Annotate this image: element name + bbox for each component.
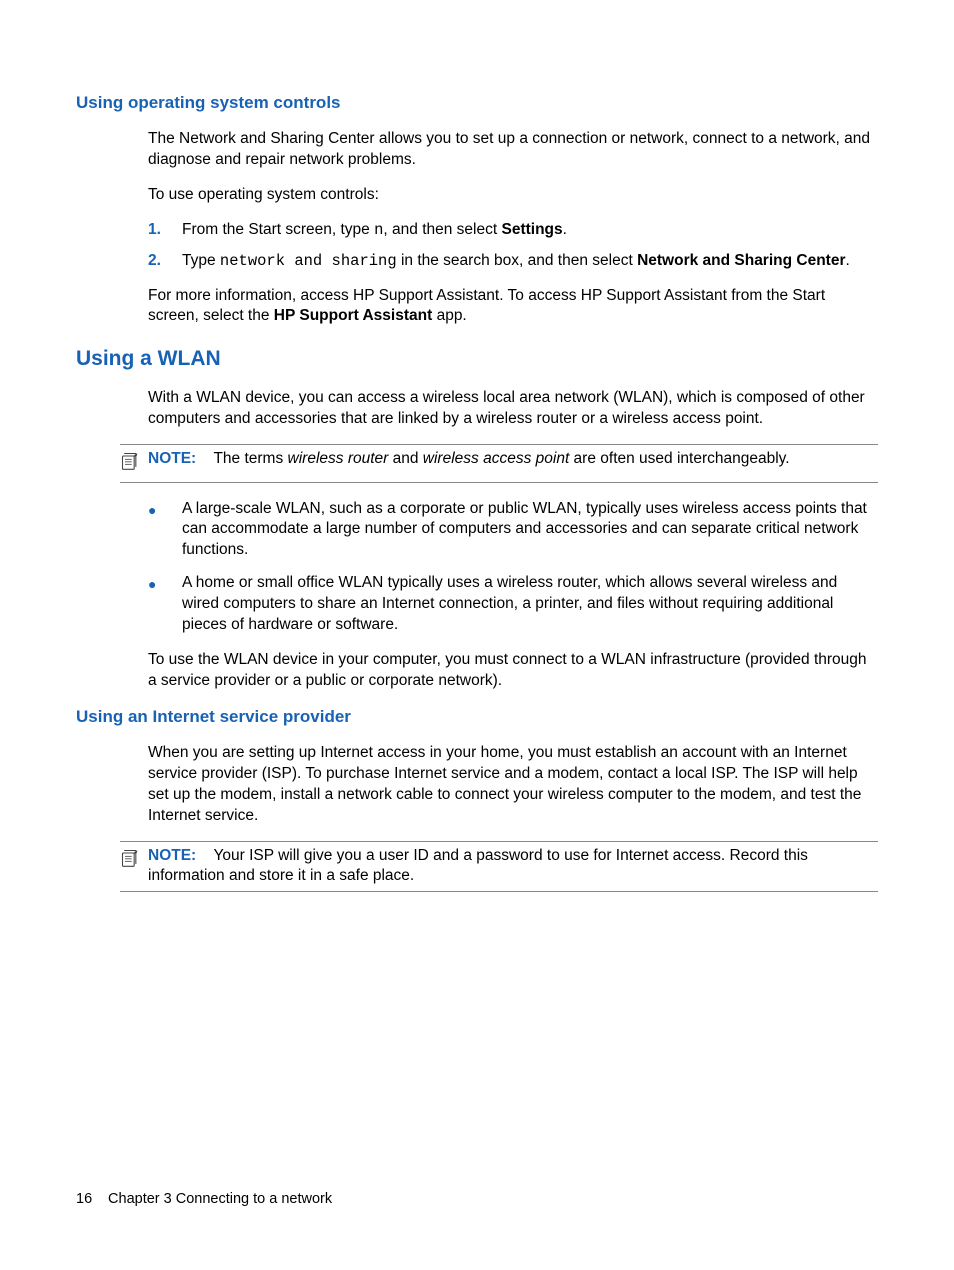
os-controls-more: For more information, access HP Support … [148, 286, 878, 328]
text-fragment: . [563, 221, 567, 238]
os-controls-intro: The Network and Sharing Center allows yo… [148, 129, 878, 171]
italic-fragment: wireless router [288, 450, 389, 467]
list-text: A large-scale WLAN, such as a corporate … [182, 499, 878, 562]
list-text: A home or small office WLAN typically us… [182, 573, 878, 636]
text-fragment: Your ISP will give you a user ID and a p… [148, 847, 808, 885]
italic-fragment: wireless access point [423, 450, 569, 467]
heading-os-controls: Using operating system controls [76, 92, 878, 115]
step-2: 2. Type network and sharing in the searc… [148, 251, 878, 272]
note-text: NOTE: The terms wireless router and wire… [148, 449, 878, 470]
text-fragment: For more information, access HP Support … [148, 287, 825, 325]
step-1: 1. From the Start screen, type n, and th… [148, 220, 878, 241]
text-fragment: , and then select [383, 221, 501, 238]
text-fragment: The terms [213, 450, 287, 467]
step-number: 1. [148, 220, 182, 241]
os-controls-lead: To use operating system controls: [148, 185, 878, 206]
heading-isp: Using an Internet service provider [76, 706, 878, 729]
isp-intro: When you are setting up Internet access … [148, 743, 878, 827]
text-fragment: in the search box, and then select [397, 252, 637, 269]
note-text: NOTE: Your ISP will give you a user ID a… [148, 846, 878, 888]
page-number: 16 [76, 1190, 104, 1210]
note-wlan: NOTE: The terms wireless router and wire… [120, 444, 878, 483]
step-text: Type network and sharing in the search b… [182, 251, 878, 272]
text-fragment: Type [182, 252, 220, 269]
note-label: NOTE: [148, 450, 196, 467]
page-footer: 16 Chapter 3 Connecting to a network [76, 1190, 332, 1210]
step-text: From the Start screen, type n, and then … [182, 220, 878, 241]
chapter-label: Chapter 3 Connecting to a network [108, 1191, 332, 1207]
note-icon [120, 449, 142, 478]
text-fragment: app. [432, 307, 466, 324]
text-fragment: From the Start screen, type [182, 221, 374, 238]
list-item: ● A home or small office WLAN typically … [148, 573, 878, 636]
heading-wlan: Using a WLAN [76, 345, 878, 373]
list-item: ● A large-scale WLAN, such as a corporat… [148, 499, 878, 562]
text-fragment: . [846, 252, 850, 269]
wlan-tail: To use the WLAN device in your computer,… [148, 650, 878, 692]
text-fragment: and [388, 450, 422, 467]
bold-fragment: Settings [501, 221, 562, 238]
bold-fragment: HP Support Assistant [274, 307, 432, 324]
wlan-intro: With a WLAN device, you can access a wir… [148, 388, 878, 430]
step-number: 2. [148, 251, 182, 272]
bullet-icon: ● [148, 499, 182, 562]
note-isp: NOTE: Your ISP will give you a user ID a… [120, 841, 878, 893]
note-icon [120, 846, 142, 875]
note-label: NOTE: [148, 847, 196, 864]
bullet-icon: ● [148, 573, 182, 636]
code-fragment: network and sharing [220, 252, 397, 270]
bold-fragment: Network and Sharing Center [637, 252, 845, 269]
text-fragment: are often used interchangeably. [569, 450, 789, 467]
